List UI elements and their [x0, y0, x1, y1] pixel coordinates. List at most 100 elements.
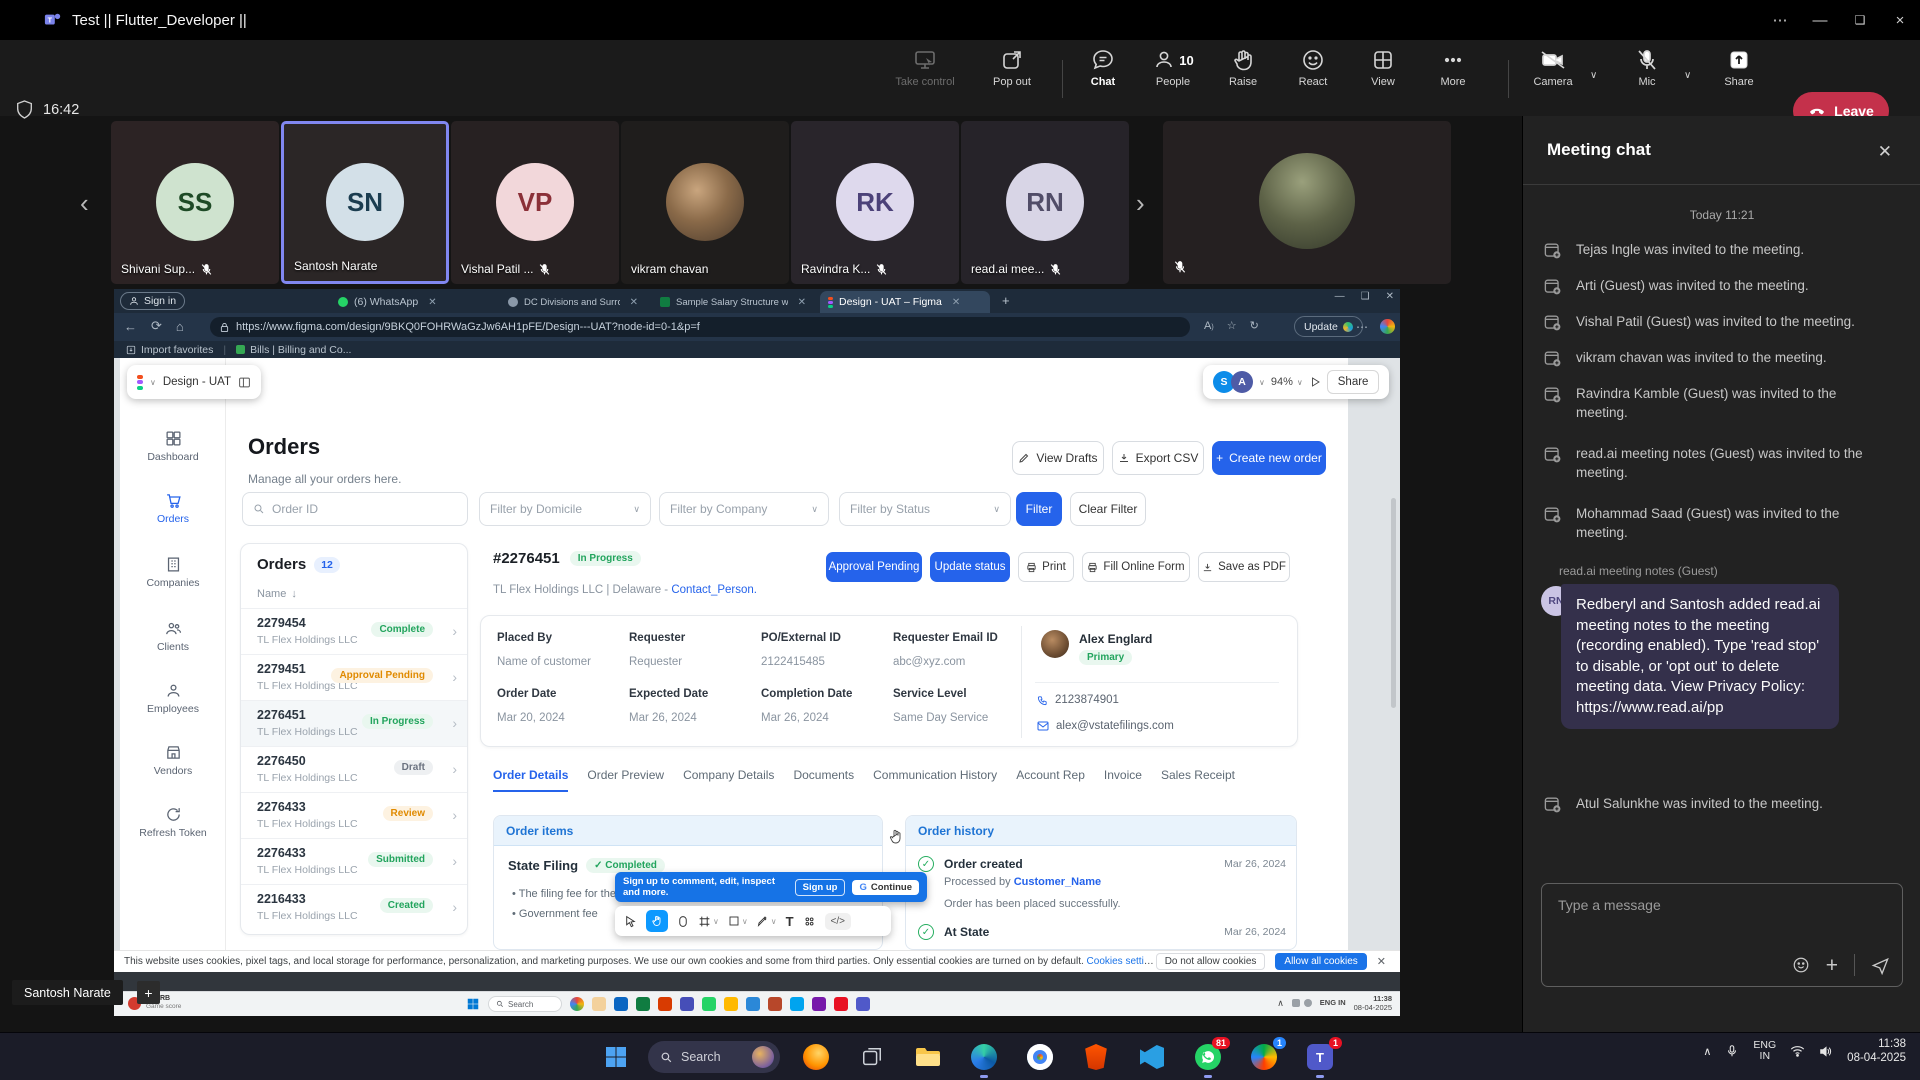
mic-options-chevron-icon[interactable]: ∨	[1684, 70, 1691, 81]
allow-cookies-button[interactable]: Allow all cookies	[1275, 953, 1366, 970]
order-row[interactable]: 2276433TL Flex Holdings LLCSubmitted›	[241, 838, 467, 884]
browser-update-button[interactable]: Update	[1294, 316, 1363, 337]
share-button[interactable]: Share	[1702, 48, 1776, 110]
sidebar-item-employees[interactable]: Employees	[120, 682, 226, 730]
filter-company-select[interactable]: Filter by Company∨	[659, 492, 829, 526]
component-tool-icon[interactable]	[803, 915, 816, 928]
emoji-icon[interactable]	[1792, 956, 1810, 974]
window-more-icon[interactable]: ⋯	[1760, 11, 1800, 29]
zoom-level-control[interactable]: 94%∨	[1271, 376, 1303, 388]
bookmark-bills-billing[interactable]: Bills | Billing and Co...	[236, 344, 351, 356]
window-minimize-icon[interactable]: —	[1800, 12, 1840, 29]
tab-sales-receipt[interactable]: Sales Receipt	[1161, 768, 1235, 792]
mic-button[interactable]: Mic	[1610, 48, 1684, 110]
tab-communication-history[interactable]: Communication History	[873, 768, 997, 792]
scale-tool-icon[interactable]	[677, 915, 689, 928]
figma-logo-icon[interactable]	[137, 375, 143, 390]
figma-share-button[interactable]: Share	[1327, 370, 1380, 394]
browser-close-icon[interactable]: ✕	[1386, 291, 1394, 302]
text-tool-icon[interactable]: T	[786, 914, 794, 929]
read-aloud-icon[interactable]: A)	[1204, 320, 1214, 332]
taskbar-chat-icon[interactable]: 1	[1248, 1041, 1280, 1073]
taskbar-chrome-icon[interactable]	[1024, 1041, 1056, 1073]
taskbar-explorer-icon[interactable]	[912, 1041, 944, 1073]
inner-app-icon[interactable]	[702, 997, 716, 1011]
attach-plus-icon[interactable]: +	[1826, 955, 1838, 976]
participant-tile[interactable]: vikram chavan	[621, 121, 789, 284]
window-restore-icon[interactable]: ❑	[1840, 13, 1880, 27]
language-indicator[interactable]: ENGIN	[1753, 1040, 1776, 1062]
sidebar-item-vendors[interactable]: Vendors	[120, 744, 226, 792]
export-csv-button[interactable]: Export CSV	[1112, 441, 1204, 475]
dev-mode-icon[interactable]: </>	[825, 913, 851, 930]
participant-tile[interactable]: SS Shivani Sup...	[111, 121, 279, 284]
inner-app-icon[interactable]	[856, 997, 870, 1011]
inner-app-icon[interactable]	[812, 997, 826, 1011]
create-new-order-button[interactable]: + Create new order	[1212, 441, 1326, 475]
tab-close-icon[interactable]: ✕	[798, 297, 806, 308]
google-continue-button[interactable]: GContinue	[852, 880, 919, 895]
taskbar-brave-icon[interactable]	[1080, 1041, 1112, 1073]
tab-documents[interactable]: Documents	[793, 768, 854, 792]
inner-app-icon[interactable]	[658, 997, 672, 1011]
chevron-down-icon[interactable]: ∨	[150, 378, 156, 387]
collaborator-avatar[interactable]: A	[1231, 371, 1253, 393]
taskbar-search[interactable]: Search	[648, 1041, 780, 1073]
taskbar-vscode-icon[interactable]	[1136, 1041, 1168, 1073]
inner-tray-icons[interactable]	[1292, 999, 1312, 1007]
sidebar-item-clients[interactable]: Clients	[120, 620, 226, 668]
more-button[interactable]: More	[1416, 48, 1490, 110]
sidebar-item-refresh-token[interactable]: Refresh Token	[120, 806, 226, 854]
browser-restore-icon[interactable]: ❑	[1361, 291, 1370, 302]
inner-app-icon[interactable]	[636, 997, 650, 1011]
shape-tool-icon[interactable]: ∨	[728, 915, 748, 927]
tray-chevron-icon[interactable]: ∧	[1703, 1045, 1711, 1058]
column-name[interactable]: Name	[257, 588, 286, 600]
participant-tile[interactable]: VP Vishal Patil ...	[451, 121, 619, 284]
browser-signin-button[interactable]: Sign in	[120, 292, 185, 310]
chevron-down-icon[interactable]: ∨	[1259, 378, 1265, 387]
presenter-add-icon[interactable]: +	[137, 981, 160, 1004]
tab-order-details[interactable]: Order Details	[493, 768, 568, 792]
order-row[interactable]: 2279454TL Flex Holdings LLCComplete›	[241, 608, 467, 654]
filter-button[interactable]: Filter	[1016, 492, 1062, 526]
deny-cookies-button[interactable]: Do not allow cookies	[1156, 953, 1266, 970]
browser-tab-excel[interactable]: Sample Salary Structure with calc✕	[652, 291, 814, 313]
bookmark-import-favorites[interactable]: Import favorites	[126, 344, 213, 356]
print-button[interactable]: Print	[1018, 552, 1074, 582]
hand-tool-icon-active[interactable]	[646, 910, 668, 932]
browser-profile-avatar[interactable]	[1380, 319, 1395, 334]
react-button[interactable]: React	[1276, 48, 1350, 110]
inner-app-icon[interactable]	[768, 997, 782, 1011]
pop-out-button[interactable]: Pop out	[975, 48, 1049, 110]
home-icon[interactable]: ⌂	[176, 319, 184, 334]
tab-invoice[interactable]: Invoice	[1104, 768, 1142, 792]
figma-sign-up-button[interactable]: Sign up	[795, 879, 846, 896]
tab-close-icon[interactable]: ✕	[952, 297, 960, 308]
participant-tile-active-speaker[interactable]: SN Santosh Narate	[281, 121, 449, 284]
taskbar-teams-icon[interactable]: T 1	[1304, 1041, 1336, 1073]
layout-icon[interactable]	[238, 376, 251, 389]
inner-app-icon[interactable]	[614, 997, 628, 1011]
frame-tool-icon[interactable]: ∨	[698, 915, 719, 928]
customer-name-link[interactable]: Customer_Name	[1014, 876, 1101, 888]
order-row-selected[interactable]: 2276451TL Flex Holdings LLCIn Progress›	[241, 700, 467, 746]
participant-tile[interactable]: RN read.ai mee...	[961, 121, 1129, 284]
people-button[interactable]: 10 People	[1136, 48, 1210, 110]
sidebar-item-companies[interactable]: Companies	[120, 556, 226, 604]
volume-icon[interactable]	[1819, 1045, 1833, 1058]
start-button[interactable]	[600, 1041, 632, 1073]
taskbar-taskview-icon[interactable]	[856, 1041, 888, 1073]
update-status-button[interactable]: Update status	[930, 552, 1010, 582]
taskbar-edge-icon[interactable]	[968, 1041, 1000, 1073]
order-row[interactable]: 2276450TL Flex Holdings LLCDraft›	[241, 746, 467, 792]
session-sync-icon[interactable]: ↻	[1250, 319, 1259, 332]
strip-scroll-right-icon[interactable]: ›	[1136, 188, 1145, 219]
scrollbar[interactable]	[1391, 498, 1396, 708]
tab-close-icon[interactable]: ✕	[428, 297, 436, 308]
sort-arrow-icon[interactable]: ↓	[291, 588, 297, 600]
tab-close-icon[interactable]: ✕	[630, 297, 638, 308]
inner-search-box[interactable]: Search	[488, 996, 562, 1012]
contact-person-link[interactable]: Contact_Person.	[671, 584, 757, 596]
order-row[interactable]: 2279451TL Flex Holdings LLCApproval Pend…	[241, 654, 467, 700]
